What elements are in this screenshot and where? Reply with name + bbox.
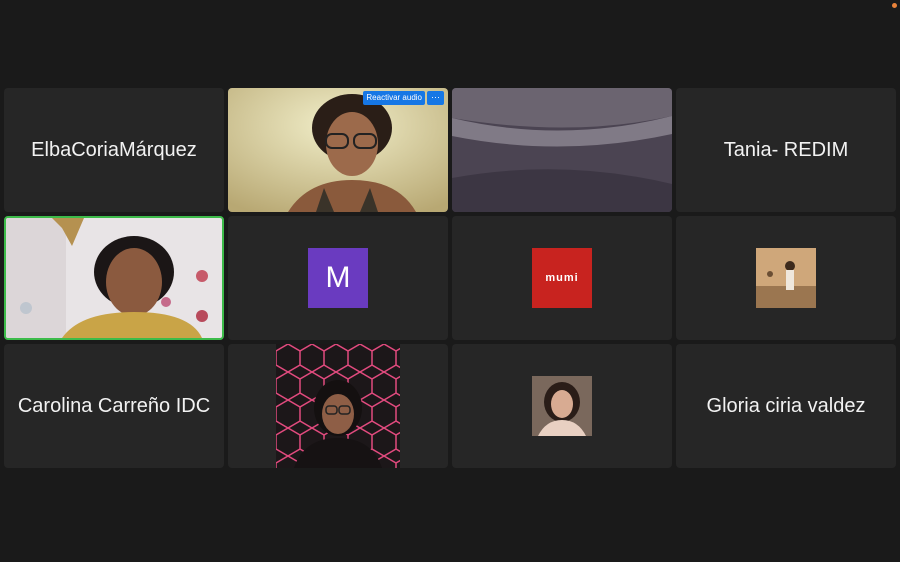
participant-tile-active-speaker[interactable] <box>4 216 224 340</box>
participant-name: Carolina Carreño IDC <box>17 394 211 417</box>
participant-tile-m[interactable]: M <box>228 216 448 340</box>
participant-tile-video-dark-fabric[interactable] <box>452 88 672 212</box>
participant-tile-video-woman-glasses[interactable]: Reactivar audio ··· <box>228 88 448 212</box>
unmute-audio-button[interactable]: Reactivar audio <box>363 91 425 105</box>
participant-video <box>276 344 400 468</box>
participant-tile-video-hex-background[interactable] <box>228 344 448 468</box>
participant-tile-tania[interactable]: Tania- REDIM <box>676 88 896 212</box>
participant-tile-photo[interactable] <box>676 216 896 340</box>
participant-avatar-photo <box>532 376 592 436</box>
status-indicator-dot <box>892 3 897 8</box>
participant-name: ElbaCoriaMárquez <box>31 138 197 161</box>
participant-tile-elba[interactable]: ElbaCoriaMárquez <box>4 88 224 212</box>
participant-tile-carolina[interactable]: Carolina Carreño IDC <box>4 344 224 468</box>
participant-tile-mumi[interactable]: mumi <box>452 216 672 340</box>
participant-video <box>452 88 672 212</box>
participant-avatar: M <box>308 248 368 308</box>
participant-video <box>228 88 448 212</box>
participant-controls: Reactivar audio ··· <box>363 91 444 105</box>
participant-tile-girl-photo[interactable] <box>452 344 672 468</box>
participant-video <box>6 218 222 338</box>
participant-name: Tania- REDIM <box>723 138 849 161</box>
more-options-button[interactable]: ··· <box>427 91 444 105</box>
participant-avatar-photo <box>756 248 816 308</box>
gallery-view-grid: ElbaCoriaMárquez Reactivar audio ··· Tan… <box>4 88 896 468</box>
participant-avatar-logo: mumi <box>532 248 592 308</box>
participant-name: Gloria ciria valdez <box>706 394 866 417</box>
participant-tile-gloria[interactable]: Gloria ciria valdez <box>676 344 896 468</box>
